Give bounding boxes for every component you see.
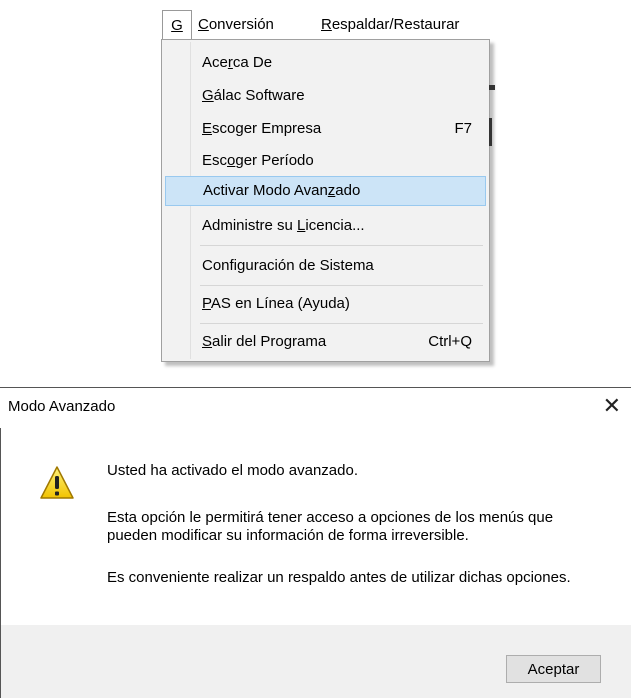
menu-item-shortcut: Ctrl+Q (428, 333, 472, 350)
menu-item-label: Administre su (202, 217, 298, 234)
menu-item-label: icencia... (305, 217, 365, 234)
menu-item-label: scoger Empresa (212, 120, 322, 137)
dialog-title: Modo Avanzado (8, 398, 116, 415)
background-window-fragment (489, 85, 495, 90)
menu-item-mnemonic: P (202, 295, 211, 312)
dialog-message-backup: Es conveniente realizar un respaldo ante… (107, 569, 571, 586)
menu-item-configuracion-sistema[interactable]: Configuración de Sistema (165, 251, 486, 281)
menu-item-label: ca De (232, 54, 273, 71)
menu-conversion-mnemonic: C (198, 16, 209, 33)
g-dropdown-menu: Acerca De Gálac Software Escoger Empresa… (161, 39, 490, 362)
menu-item-escoger-periodo[interactable]: Escoger Período (165, 146, 486, 176)
menu-separator (200, 285, 483, 286)
menu-item-label: uración de Sistema (245, 257, 374, 274)
close-icon[interactable]: ✕ (603, 394, 621, 418)
menu-conversion-rest: onversión (208, 16, 274, 33)
menu-separator (200, 245, 483, 246)
menu-separator (200, 323, 483, 324)
menu-bar: G Conversión Respaldar/Restaurar (160, 10, 491, 40)
menu-item-acerca-de[interactable]: Acerca De (165, 48, 486, 78)
menu-item-label: alir del Programa (212, 333, 327, 350)
menu-item-label: Confi (202, 257, 238, 274)
menu-item-label: álac Software (213, 87, 305, 104)
menu-item-label: ger Período (235, 152, 314, 169)
menu-conversion[interactable]: Conversión (198, 10, 274, 40)
menu-item-activar-modo-avanzado[interactable]: Activar Modo Avanzado (165, 176, 486, 206)
menu-item-label: Ace (202, 54, 228, 71)
menu-item-mnemonic: G (202, 87, 214, 104)
aceptar-button[interactable]: Aceptar (506, 655, 601, 683)
dialog-body: Usted ha activado el modo avanzado. Esta… (1, 428, 631, 625)
menu-item-salir-programa[interactable]: Salir del Programa Ctrl+Q (165, 327, 486, 357)
menu-item-mnemonic: S (202, 333, 213, 350)
menu-item-galac-software[interactable]: Gálac Software (165, 81, 486, 111)
dialog-footer: Aceptar (1, 625, 631, 698)
background-window-fragment (489, 118, 492, 146)
menu-item-label: Esc (202, 152, 228, 169)
dialog-message-activated: Usted ha activado el modo avanzado. (107, 462, 358, 479)
menu-g[interactable]: G (162, 10, 192, 40)
menu-item-escoger-empresa[interactable]: Escoger Empresa F7 (165, 114, 486, 144)
menu-item-label: Activar Modo Avan (203, 182, 328, 199)
menu-respaldar-restaurar[interactable]: Respaldar/Restaurar (321, 10, 459, 40)
modo-avanzado-dialog: Modo Avanzado ✕ Usted ha activado el mod… (0, 387, 631, 698)
menu-item-administre-licencia[interactable]: Administre su Licencia... (165, 211, 486, 241)
dialog-message-access: Esta opción le permitirá tener acceso a … (107, 509, 554, 544)
menu-item-shortcut: F7 (454, 120, 472, 137)
warning-icon (40, 466, 74, 499)
menu-item-label: AS en Línea (Ayuda) (210, 295, 350, 312)
menu-respaldar-rest: espaldar/Restaurar (331, 16, 460, 33)
menu-item-mnemonic: E (202, 120, 213, 137)
dialog-title-bar: Modo Avanzado ✕ (0, 388, 631, 428)
menu-respaldar-mnemonic: R (321, 16, 332, 33)
menu-item-pas-en-linea[interactable]: PAS en Línea (Ayuda) (165, 289, 486, 319)
menu-item-label: ado (335, 182, 361, 199)
